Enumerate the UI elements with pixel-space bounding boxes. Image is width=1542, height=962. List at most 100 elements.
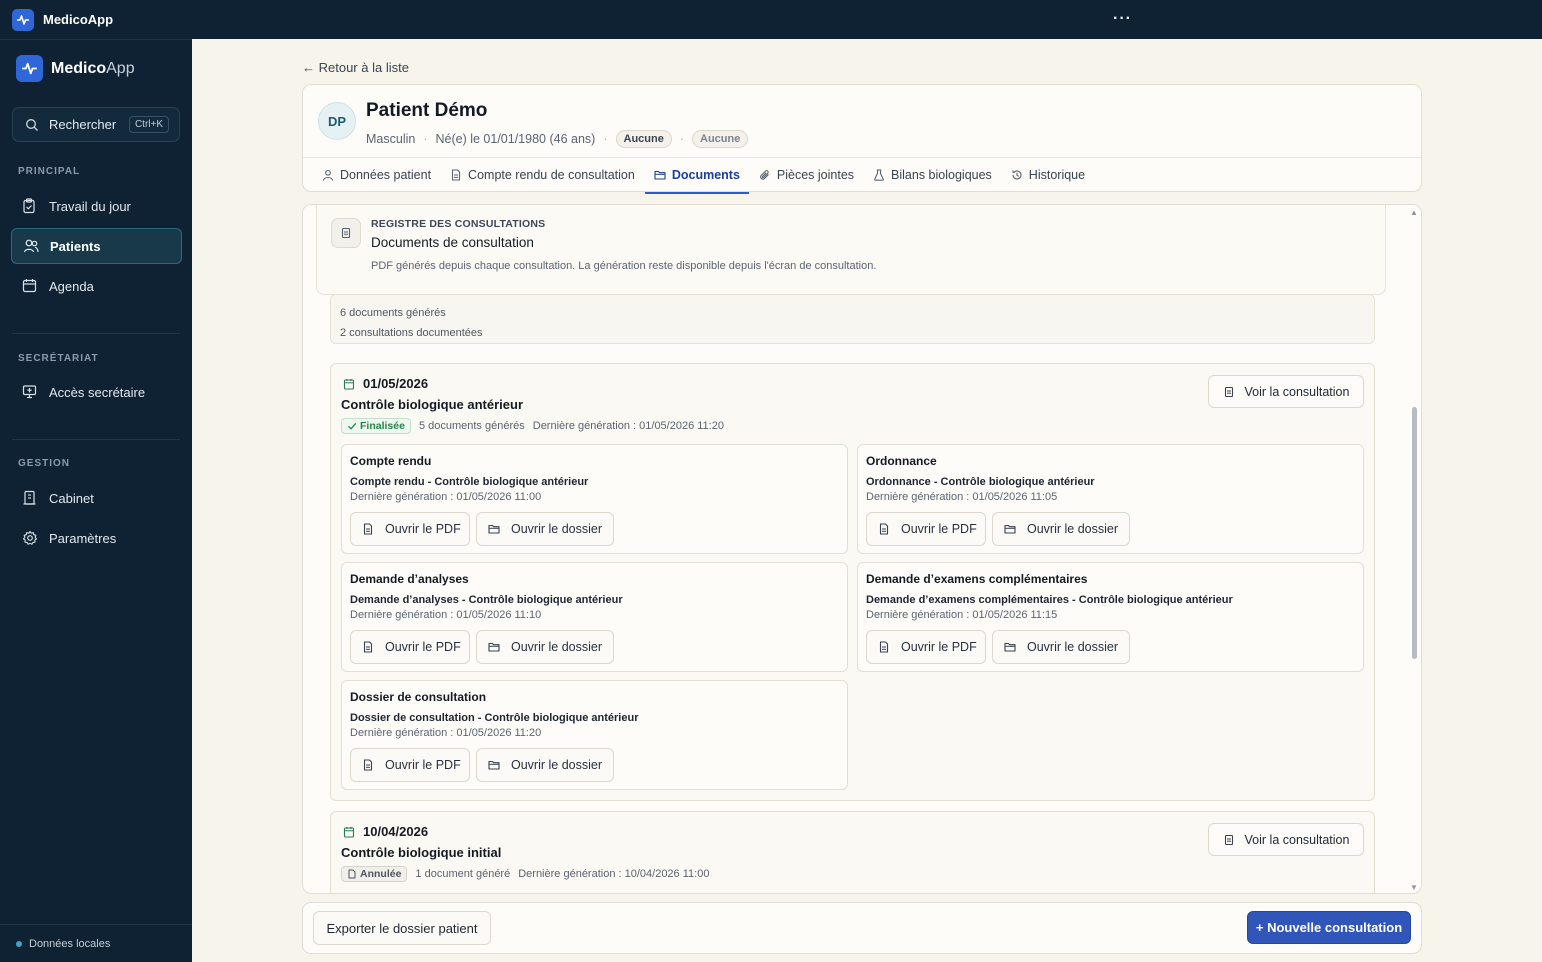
registry-stats: 6 documents générés 2 consultations docu…	[330, 294, 1375, 344]
more-menu-icon[interactable]: ···	[1113, 10, 1132, 28]
sidebar-item-label: Patients	[50, 238, 101, 254]
pdf-file-icon	[878, 523, 890, 535]
view-consultation-button[interactable]: Voir la consultation	[1208, 823, 1364, 856]
tab-pieces-jointes[interactable]: Pièces jointes	[750, 158, 863, 193]
sidebar-item-patients[interactable]: Patients	[11, 228, 182, 264]
status-label: Annulée	[360, 868, 402, 880]
sidebar-item-travail-du-jour[interactable]: Travail du jour	[11, 188, 182, 224]
view-consultation-button[interactable]: Voir la consultation	[1208, 375, 1364, 408]
document-type: Ordonnance	[866, 454, 937, 468]
flask-icon	[873, 169, 885, 181]
new-consultation-button[interactable]: + Nouvelle consultation	[1247, 911, 1411, 944]
patient-header: DP Patient Démo Masculin · Né(e) le 01/0…	[302, 84, 1422, 194]
sidebar-item-cabinet[interactable]: Cabinet	[11, 480, 182, 516]
registry-header: REGISTRE DES CONSULTATIONS Documents de …	[316, 205, 1386, 295]
consultation-title: Contrôle biologique initial	[341, 845, 502, 860]
folder-icon	[1004, 641, 1016, 653]
patient-meta: Masculin · Né(e) le 01/01/1980 (46 ans) …	[366, 130, 749, 148]
file-icon	[450, 169, 462, 181]
documents-panel: REGISTRE DES CONSULTATIONS Documents de …	[302, 204, 1422, 894]
open-pdf-button[interactable]: Ouvrir le PDF	[350, 630, 470, 664]
avatar: DP	[318, 102, 356, 140]
tab-label: Données patient	[340, 168, 432, 182]
sidebar-item-acces-secretaire[interactable]: Accès secrétaire	[11, 374, 182, 410]
folder-icon	[1004, 523, 1016, 535]
document-date: Dernière génération : 01/05/2026 11:00	[350, 491, 542, 503]
document-name: Dossier de consultation - Contrôle biolo…	[350, 712, 639, 724]
sidebar-item-parametres[interactable]: Paramètres	[11, 520, 182, 556]
tab-donnees-patient[interactable]: Données patient	[313, 158, 440, 193]
sidebar-item-agenda[interactable]: Agenda	[11, 268, 182, 304]
local-data-status: Données locales	[0, 924, 192, 962]
sidebar-item-label: Travail du jour	[49, 198, 131, 214]
patient-tag: Aucune	[692, 130, 749, 148]
open-pdf-button[interactable]: Ouvrir le PDF	[866, 630, 986, 664]
local-data-label: Données locales	[29, 937, 111, 950]
tab-bilans-biologiques[interactable]: Bilans biologiques	[864, 158, 1001, 193]
document-card: Demande d’analyses Demande d’analyses - …	[341, 562, 848, 672]
open-pdf-button[interactable]: Ouvrir le PDF	[350, 512, 470, 546]
document-date: Dernière génération : 01/05/2026 11:10	[350, 609, 542, 621]
document-name: Ordonnance - Contrôle biologique antérie…	[866, 476, 1095, 488]
patient-birth: Né(e) le 01/01/1980 (46 ans)	[435, 132, 596, 146]
open-folder-button[interactable]: Ouvrir le dossier	[476, 630, 614, 664]
registry-description: PDF générés depuis chaque consultation. …	[371, 260, 877, 272]
window-title: MedicoApp	[43, 12, 114, 27]
documents-count: 1 document généré	[415, 868, 511, 880]
open-folder-button[interactable]: Ouvrir le dossier	[476, 748, 614, 782]
scroll-up-icon[interactable]: ▲	[1410, 208, 1418, 217]
scroll-down-icon[interactable]: ▼	[1410, 883, 1418, 892]
tab-compte-rendu[interactable]: Compte rendu de consultation	[441, 158, 644, 193]
tab-historique[interactable]: Historique	[1002, 158, 1094, 193]
sidebar-item-label: Accès secrétaire	[49, 384, 146, 400]
consultation-title: Contrôle biologique antérieur	[341, 397, 524, 412]
folder-icon	[488, 759, 500, 771]
tab-documents[interactable]: Documents	[644, 158, 749, 194]
sidebar: MedicoApp Rechercher Ctrl+K PRINCIPAL Tr…	[0, 39, 192, 962]
pdf-file-icon	[878, 641, 890, 653]
clipboard-icon	[22, 198, 38, 214]
open-pdf-label: Ouvrir le PDF	[901, 640, 977, 654]
document-icon	[1223, 834, 1235, 846]
brand-name: MedicoApp	[51, 59, 135, 77]
open-folder-button[interactable]: Ouvrir le dossier	[992, 630, 1130, 664]
sidebar-divider	[12, 333, 180, 334]
back-to-list-link[interactable]: ← Retour à la liste	[302, 60, 409, 75]
open-folder-button[interactable]: Ouvrir le dossier	[476, 512, 614, 546]
document-name: Demande d’examens complémentaires - Cont…	[866, 594, 1233, 606]
document-type: Compte rendu	[350, 454, 432, 468]
document-card: Demande d’examens complémentaires Demand…	[857, 562, 1364, 672]
open-pdf-button[interactable]: Ouvrir le PDF	[350, 748, 470, 782]
documents-scroll-area[interactable]: REGISTRE DES CONSULTATIONS Documents de …	[303, 205, 1393, 893]
view-consultation-label: Voir la consultation	[1244, 832, 1350, 847]
folder-icon	[488, 641, 500, 653]
sidebar-divider	[12, 439, 180, 440]
open-pdf-button[interactable]: Ouvrir le PDF	[866, 512, 986, 546]
documents-scrollbar[interactable]: ▲ ▼	[1405, 205, 1421, 893]
scrollbar-thumb[interactable]	[1412, 407, 1417, 659]
consultation-meta: Annulée 1 document généré Dernière génér…	[341, 866, 709, 882]
document-type: Demande d’analyses	[350, 572, 469, 586]
stats-consultations-count: 2 consultations documentées	[340, 327, 483, 339]
patient-name: Patient Démo	[366, 100, 488, 121]
sidebar-item-label: Agenda	[49, 278, 94, 294]
search-shortcut: Ctrl+K	[128, 116, 169, 133]
patient-tabs: Données patient Compte rendu de consulta…	[303, 157, 1421, 194]
open-folder-button[interactable]: Ouvrir le dossier	[992, 512, 1130, 546]
sidebar-brand[interactable]: MedicoApp	[16, 55, 135, 82]
calendar-icon	[22, 278, 38, 294]
document-card: Ordonnance Ordonnance - Contrôle biologi…	[857, 444, 1364, 554]
section-gestion: GESTION	[18, 458, 71, 469]
status-dot-icon	[16, 940, 22, 947]
app-logo-icon	[12, 8, 34, 31]
open-pdf-label: Ouvrir le PDF	[385, 522, 461, 536]
secretary-icon	[22, 384, 38, 400]
consultation-date: 01/05/2026	[343, 376, 428, 391]
sidebar-search[interactable]: Rechercher Ctrl+K	[12, 107, 180, 142]
pdf-file-icon	[362, 759, 374, 771]
last-generation: Dernière génération : 10/04/2026 11:00	[518, 868, 710, 880]
open-folder-label: Ouvrir le dossier	[511, 522, 602, 536]
export-patient-file-button[interactable]: Exporter le dossier patient	[313, 911, 491, 945]
registry-kicker: REGISTRE DES CONSULTATIONS	[371, 218, 546, 230]
open-pdf-label: Ouvrir le PDF	[901, 522, 977, 536]
